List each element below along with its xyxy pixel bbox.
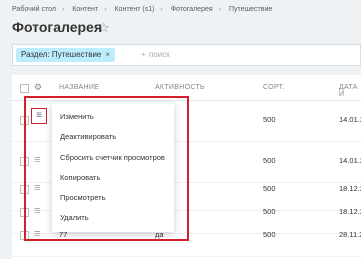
cell-sort: 500 — [263, 156, 276, 165]
breadcrumb-item[interactable]: Фотогалерея — [171, 6, 213, 13]
breadcrumb-separator: › — [104, 6, 107, 13]
plus-icon: + — [141, 50, 146, 59]
cell-sort: 500 — [263, 230, 276, 239]
cell-sort: 500 — [263, 184, 276, 193]
cell-sort: 500 — [263, 115, 276, 124]
breadcrumb-item[interactable]: Контент — [72, 6, 98, 13]
column-header-name[interactable]: НАЗВАНИЕ — [59, 84, 99, 91]
breadcrumb-separator: › — [61, 6, 65, 13]
column-header-active[interactable]: АКТИВНОСТЬ — [155, 84, 205, 91]
column-header-date[interactable]: ДАТА И — [339, 84, 361, 98]
gear-icon[interactable]: ⚙ — [34, 82, 42, 93]
breadcrumb: Рабочий стол › Контент › Контент (s1) › Фот… — [12, 6, 272, 13]
highlight-frame — [24, 96, 189, 241]
cell-sort: 500 — [263, 207, 276, 216]
select-all-checkbox[interactable] — [20, 84, 29, 93]
filter-tag-label: Раздел: Путешествие — [21, 50, 102, 59]
filter-search-bar[interactable]: Раздел: Путешествие × + поиск — [12, 44, 361, 66]
cell-date: 14.01.2 — [339, 115, 361, 124]
cell-date: 28.11.2 — [339, 230, 361, 239]
breadcrumb-item[interactable]: Контент (s1) — [114, 6, 154, 13]
cell-date: 18.12.2 — [339, 207, 361, 216]
filter-tag[interactable]: Раздел: Путешествие × — [16, 48, 116, 62]
close-icon[interactable]: × — [105, 50, 110, 59]
page-title: Фотогалерея — [12, 19, 102, 35]
search-input[interactable]: поиск — [149, 50, 170, 59]
breadcrumb-separator: › — [160, 6, 163, 13]
column-header-sort[interactable]: СОРТ. — [263, 84, 285, 91]
breadcrumb-separator: › — [218, 6, 221, 13]
breadcrumb-item[interactable]: Рабочий стол — [12, 6, 56, 13]
cell-date: 14.01.2 — [339, 156, 361, 165]
cell-date: 18.12.2 — [339, 184, 361, 193]
star-icon[interactable]: ☆ — [98, 19, 110, 36]
breadcrumb-item-current: Путешествие — [228, 6, 273, 13]
